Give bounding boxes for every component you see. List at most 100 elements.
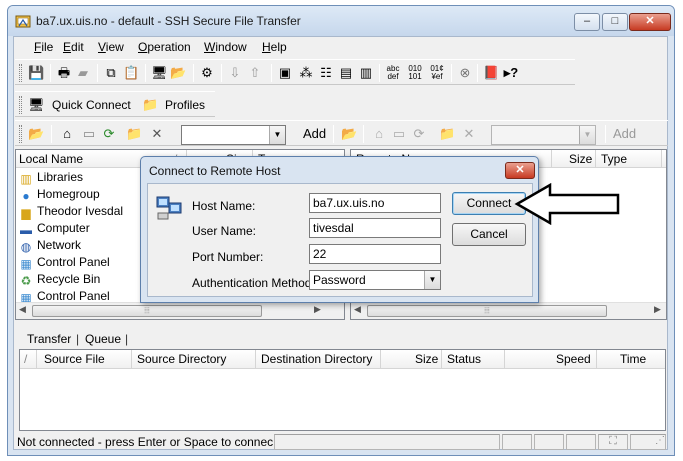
add-left-button[interactable]: Add [303, 126, 326, 141]
column-divider[interactable] [380, 350, 381, 368]
column-source-file[interactable]: Source File [44, 352, 105, 366]
up-folder-icon[interactable]: 📂 [341, 126, 357, 142]
column-status[interactable]: Status [447, 352, 481, 366]
scroll-right-icon[interactable]: ▶ [654, 304, 661, 315]
menu-edit[interactable]: Edit [63, 40, 84, 54]
whats-this-icon[interactable]: ▸? [503, 65, 519, 81]
quick-connect-icon[interactable]: 🖥 [28, 97, 45, 113]
help-book-icon[interactable]: 📕 [483, 65, 499, 81]
small-icons-icon[interactable]: ⁂ [298, 65, 314, 81]
profiles-icon[interactable]: 📂 [170, 65, 186, 81]
toolbar-grip[interactable] [19, 125, 22, 143]
column-speed[interactable]: Speed [556, 352, 591, 366]
quick-connect-icon[interactable]: 🖥 [151, 65, 168, 81]
cancel-button[interactable]: Cancel [452, 223, 526, 246]
scroll-thumb[interactable]: ⦙⦙⦙ [367, 305, 607, 317]
transfer-list[interactable]: / Source File Source Directory Destinati… [19, 349, 666, 431]
column-divider[interactable] [551, 150, 552, 168]
column-destination-directory[interactable]: Destination Directory [261, 352, 372, 366]
new-folder-icon[interactable]: 📁 [126, 126, 142, 142]
port-number-input[interactable]: 22 [309, 244, 441, 264]
minimize-button[interactable]: – [574, 13, 600, 31]
list-item[interactable]: ◍ Network [18, 238, 81, 255]
details-view-icon[interactable]: ▤ [338, 65, 354, 81]
host-name-input[interactable]: ba7.ux.uis.no [309, 193, 441, 213]
scroll-thumb[interactable]: ⦙⦙⦙ [32, 305, 262, 317]
auth-method-select[interactable]: Password ▼ [309, 270, 441, 290]
upload-icon[interactable]: ⇧ [247, 65, 263, 81]
resize-grip-icon[interactable]: ⋰ [630, 434, 666, 450]
list-item[interactable]: ▆ Theodor Ivesdal [18, 204, 123, 221]
remote-path-combo[interactable]: ▼ [491, 125, 596, 145]
tab-transfer[interactable]: Transfer [27, 332, 71, 346]
print-preview-icon[interactable]: ▰ [75, 65, 91, 81]
list-item[interactable]: ● Homegroup [18, 187, 99, 204]
profiles-button[interactable]: Profiles [165, 98, 205, 112]
tab-queue[interactable]: Queue [85, 332, 121, 346]
save-icon[interactable]: 💾 [28, 65, 44, 81]
copy-icon[interactable]: ⧉ [103, 65, 119, 81]
close-button[interactable]: ✕ [629, 13, 671, 31]
list-view-icon[interactable]: ☷ [318, 65, 334, 81]
profiles-folder-icon[interactable]: 📁 [142, 97, 158, 113]
refresh-icon[interactable]: ⟳ [101, 126, 117, 142]
toolbar-grip[interactable] [19, 64, 22, 82]
menu-help[interactable]: Help [262, 40, 287, 54]
menu-operation[interactable]: Operation [138, 40, 191, 54]
scroll-right-icon[interactable]: ▶ [314, 304, 321, 315]
menu-view[interactable]: View [98, 40, 124, 54]
column-divider[interactable] [596, 350, 597, 368]
column-divider[interactable] [441, 350, 442, 368]
scroll-left-icon[interactable]: ◀ [354, 304, 361, 315]
large-icons-icon[interactable]: ▣ [277, 65, 293, 81]
column-divider[interactable] [36, 350, 37, 368]
settings-icon[interactable]: ⚙ [199, 65, 215, 81]
home-icon[interactable]: ⌂ [59, 126, 75, 142]
column-local-name[interactable]: Local Name [19, 152, 83, 166]
delete-icon[interactable]: ✕ [149, 126, 165, 142]
toolbar-grip[interactable] [19, 96, 22, 114]
column-time[interactable]: Time [620, 352, 646, 366]
local-horizontal-scrollbar[interactable]: ◀ ⦙⦙⦙ ▶ [16, 302, 344, 319]
menu-window[interactable]: Window [204, 40, 247, 54]
up-folder-icon[interactable]: 📂 [28, 126, 44, 142]
dialog-close-button[interactable]: ✕ [505, 162, 535, 179]
column-type[interactable]: Type [601, 152, 627, 166]
local-path-combo[interactable]: ▼ [181, 125, 286, 145]
folder-icon[interactable]: ▭ [391, 126, 407, 142]
list-item[interactable]: ▥ Libraries [18, 170, 83, 187]
user-name-input[interactable]: tivesdal [309, 218, 441, 238]
column-divider[interactable] [661, 150, 662, 168]
menu-file[interactable]: File [34, 40, 53, 54]
folder-icon[interactable]: ▭ [81, 126, 97, 142]
title-bar[interactable]: ba7.ux.uis.no - default - SSH Secure Fil… [8, 6, 674, 36]
auto-mode-icon[interactable]: 01¢ ¥ef [429, 65, 445, 81]
column-divider[interactable] [131, 350, 132, 368]
paste-icon[interactable]: 📋 [123, 65, 139, 81]
home-icon[interactable]: ⌂ [371, 126, 387, 142]
column-source-directory[interactable]: Source Directory [137, 352, 226, 366]
list-item[interactable]: ♻ Recycle Bin [18, 272, 101, 289]
remote-horizontal-scrollbar[interactable]: ◀ ⦙⦙⦙ ▶ [351, 302, 666, 319]
column-size[interactable]: Size [415, 352, 438, 366]
column-divider[interactable] [504, 350, 505, 368]
new-folder-icon[interactable]: 📁 [439, 126, 455, 142]
quick-connect-button[interactable]: Quick Connect [52, 98, 131, 112]
refresh-icon[interactable]: ⟳ [411, 126, 427, 142]
scroll-left-icon[interactable]: ◀ [19, 304, 26, 315]
delete-icon[interactable]: ✕ [461, 126, 477, 142]
chevron-down-icon[interactable]: ▼ [424, 271, 440, 289]
detail-list-icon[interactable]: ▥ [358, 65, 374, 81]
list-item[interactable]: ▦ Control Panel [18, 255, 109, 272]
list-item[interactable]: ▬ Computer [18, 221, 90, 238]
stop-icon[interactable]: ⊗ [457, 65, 473, 81]
chevron-down-icon[interactable]: ▼ [579, 126, 595, 144]
print-icon[interactable]: 🖶 [56, 65, 72, 81]
maximize-button[interactable]: □ [602, 13, 628, 31]
column-size[interactable]: Size [569, 152, 592, 166]
ascii-mode-icon[interactable]: abc def [385, 65, 401, 81]
add-right-button[interactable]: Add [613, 126, 636, 141]
column-divider[interactable] [595, 150, 596, 168]
chevron-down-icon[interactable]: ▼ [269, 126, 285, 144]
binary-mode-icon[interactable]: 010 101 [407, 65, 423, 81]
